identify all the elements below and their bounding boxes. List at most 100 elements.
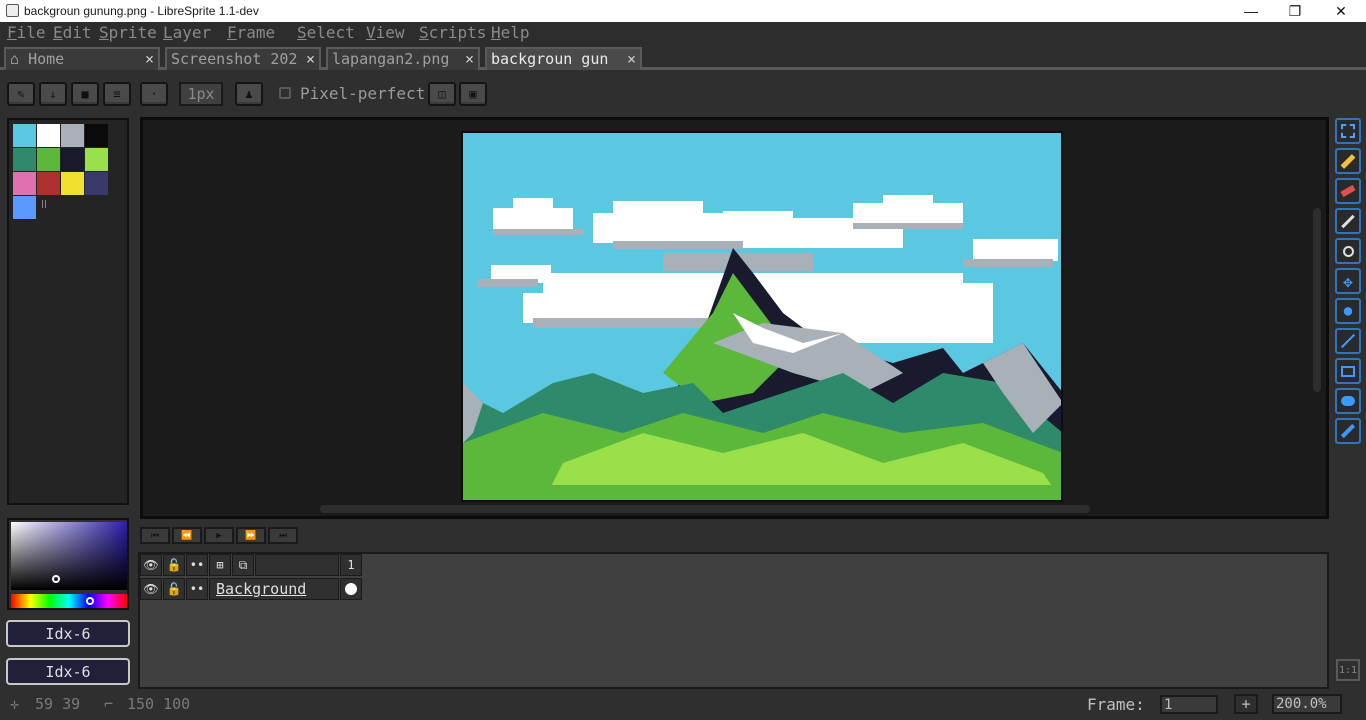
palette-swatch[interactable] bbox=[37, 172, 60, 195]
menu-file[interactable]: File bbox=[7, 23, 46, 42]
horizontal-scrollbar[interactable] bbox=[320, 505, 1090, 513]
brush-dot-icon[interactable]: · bbox=[140, 82, 168, 106]
sv-cursor-icon[interactable] bbox=[52, 575, 60, 583]
symmetry-icon[interactable]: ◫ bbox=[428, 82, 456, 106]
brush-lines-icon[interactable]: ≡ bbox=[103, 82, 131, 106]
window-titlebar: backgroun gunung.png - LibreSprite 1.1-d… bbox=[0, 0, 1366, 22]
close-tab-icon[interactable]: × bbox=[465, 50, 474, 68]
palette-swatch[interactable] bbox=[13, 196, 36, 219]
foreground-color-button[interactable]: Idx-6 bbox=[6, 620, 130, 647]
tab-screenshot[interactable]: Screenshot 202 × bbox=[165, 47, 321, 70]
vertical-scrollbar[interactable] bbox=[1313, 208, 1321, 392]
palette-swatch[interactable] bbox=[85, 172, 108, 195]
close-window-button[interactable]: ✕ bbox=[1318, 0, 1364, 22]
palette-swatch[interactable] bbox=[61, 172, 84, 195]
pixel-perfect-checkbox[interactable] bbox=[279, 87, 291, 99]
layer-lock-icon[interactable]: 🔓 bbox=[163, 578, 185, 600]
menu-frame[interactable]: Frame bbox=[227, 23, 275, 42]
hue-cursor-icon[interactable] bbox=[86, 597, 94, 605]
paint-bucket-tool-icon[interactable]: ● bbox=[1335, 298, 1361, 324]
layer-header-space bbox=[255, 554, 339, 576]
close-tab-icon[interactable]: × bbox=[627, 50, 636, 68]
layer-link-icon[interactable]: ⊞ bbox=[209, 554, 231, 576]
marquee-tool-icon[interactable] bbox=[1335, 118, 1361, 144]
tab-home[interactable]: ⌂ Home × bbox=[4, 47, 160, 70]
background-color-button[interactable]: Idx-6 bbox=[6, 658, 130, 685]
palette-swatch[interactable] bbox=[85, 148, 108, 171]
maximize-button[interactable]: ❐ bbox=[1272, 0, 1318, 22]
onion-skin-icon[interactable]: ⧉ bbox=[232, 554, 254, 576]
eyedropper-tool-icon[interactable] bbox=[1335, 208, 1361, 234]
contour-tool-icon[interactable] bbox=[1335, 388, 1361, 414]
layer-continuous-icon[interactable]: •• bbox=[186, 578, 208, 600]
play-icon[interactable]: ▶ bbox=[204, 527, 234, 544]
cursor-position: 59 39 bbox=[35, 695, 81, 713]
pixel-perfect-label: Pixel-perfect bbox=[300, 84, 426, 103]
tab-lapangan2[interactable]: lapangan2.png × bbox=[326, 47, 480, 70]
size-icon: ⌐ bbox=[104, 695, 114, 713]
zoom-tool-icon[interactable] bbox=[1335, 238, 1361, 264]
menu-help[interactable]: Help bbox=[491, 23, 530, 42]
menu-sprite[interactable]: Sprite bbox=[99, 23, 157, 42]
rectangle-tool-icon[interactable] bbox=[1335, 358, 1361, 384]
color-picker bbox=[7, 518, 129, 610]
lock-header-icon[interactable]: 🔓 bbox=[163, 554, 185, 576]
pencil-tool-icon[interactable] bbox=[1335, 148, 1361, 174]
palette-resize-icon[interactable] bbox=[42, 200, 46, 208]
layer-name[interactable]: Background bbox=[209, 578, 339, 600]
blur-tool-icon[interactable] bbox=[1335, 418, 1361, 444]
brush-square-icon[interactable]: ■ bbox=[71, 82, 99, 106]
palette-swatch[interactable] bbox=[85, 124, 108, 147]
brush-size-field[interactable]: 1px bbox=[179, 82, 223, 106]
zoom-field[interactable]: 200.0% bbox=[1272, 694, 1342, 714]
palette-panel bbox=[7, 118, 129, 505]
next-frame-icon[interactable]: ⏩ bbox=[236, 527, 266, 544]
menu-bar: File Edit Sprite Layer Frame Select View… bbox=[0, 22, 1366, 44]
brush-type-down-icon[interactable]: ↓ bbox=[39, 82, 67, 106]
ink-icon[interactable]: ♟ bbox=[235, 82, 263, 106]
hue-slider[interactable] bbox=[11, 594, 127, 608]
tiled-mode-icon[interactable]: ▣ bbox=[459, 82, 487, 106]
palette-swatch[interactable] bbox=[61, 124, 84, 147]
sprite-size: 150 100 bbox=[127, 695, 191, 713]
add-frame-button[interactable]: + bbox=[1234, 694, 1258, 714]
palette-swatch[interactable] bbox=[13, 148, 36, 171]
palette-swatch[interactable] bbox=[13, 172, 36, 195]
brush-type-pen-icon[interactable]: ✎ bbox=[7, 82, 35, 106]
palette-swatch[interactable] bbox=[61, 148, 84, 171]
palette-swatch[interactable] bbox=[13, 124, 36, 147]
saturation-value-field[interactable] bbox=[11, 522, 127, 590]
app-icon bbox=[6, 4, 19, 17]
frame-header[interactable]: 1 bbox=[340, 554, 362, 576]
minimize-button[interactable]: — bbox=[1228, 0, 1274, 22]
last-frame-icon[interactable]: ⏭ bbox=[268, 527, 298, 544]
layer-visibility-icon[interactable]: 👁 bbox=[140, 578, 162, 600]
window-title: backgroun gunung.png - LibreSprite 1.1-d… bbox=[24, 4, 259, 18]
frame-label: Frame: bbox=[1087, 695, 1145, 714]
palette-swatch[interactable] bbox=[37, 124, 60, 147]
menu-view[interactable]: View bbox=[366, 23, 405, 42]
sprite-canvas[interactable] bbox=[461, 131, 1063, 502]
previous-frame-icon[interactable]: ⏪ bbox=[172, 527, 202, 544]
mountain-artwork bbox=[463, 195, 1061, 500]
eraser-tool-icon[interactable] bbox=[1335, 178, 1361, 204]
document-tabs: ⌂ Home × Screenshot 202 × lapangan2.png … bbox=[0, 44, 1366, 70]
line-tool-icon[interactable] bbox=[1335, 328, 1361, 354]
home-icon: ⌂ bbox=[10, 50, 20, 68]
menu-layer[interactable]: Layer bbox=[163, 23, 211, 42]
frame-field[interactable]: 1 bbox=[1160, 695, 1218, 714]
visibility-header-icon[interactable]: 👁 bbox=[140, 554, 162, 576]
cursor-icon: ✛ bbox=[10, 695, 20, 713]
continuous-header-icon[interactable]: •• bbox=[186, 554, 208, 576]
move-tool-icon[interactable]: ✥ bbox=[1335, 268, 1361, 294]
timeline-zoom-button[interactable]: 1:1 bbox=[1336, 659, 1360, 681]
menu-edit[interactable]: Edit bbox=[53, 23, 92, 42]
first-frame-icon[interactable]: ⏮ bbox=[140, 527, 170, 544]
menu-select[interactable]: Select bbox=[297, 23, 355, 42]
palette-swatch[interactable] bbox=[37, 148, 60, 171]
close-tab-icon[interactable]: × bbox=[306, 50, 315, 68]
close-tab-icon[interactable]: × bbox=[145, 50, 154, 68]
tab-backgroun-gunung[interactable]: backgroun gun × bbox=[485, 47, 642, 70]
menu-scripts[interactable]: Scripts bbox=[419, 23, 486, 42]
cel-filled-icon[interactable] bbox=[340, 578, 362, 600]
